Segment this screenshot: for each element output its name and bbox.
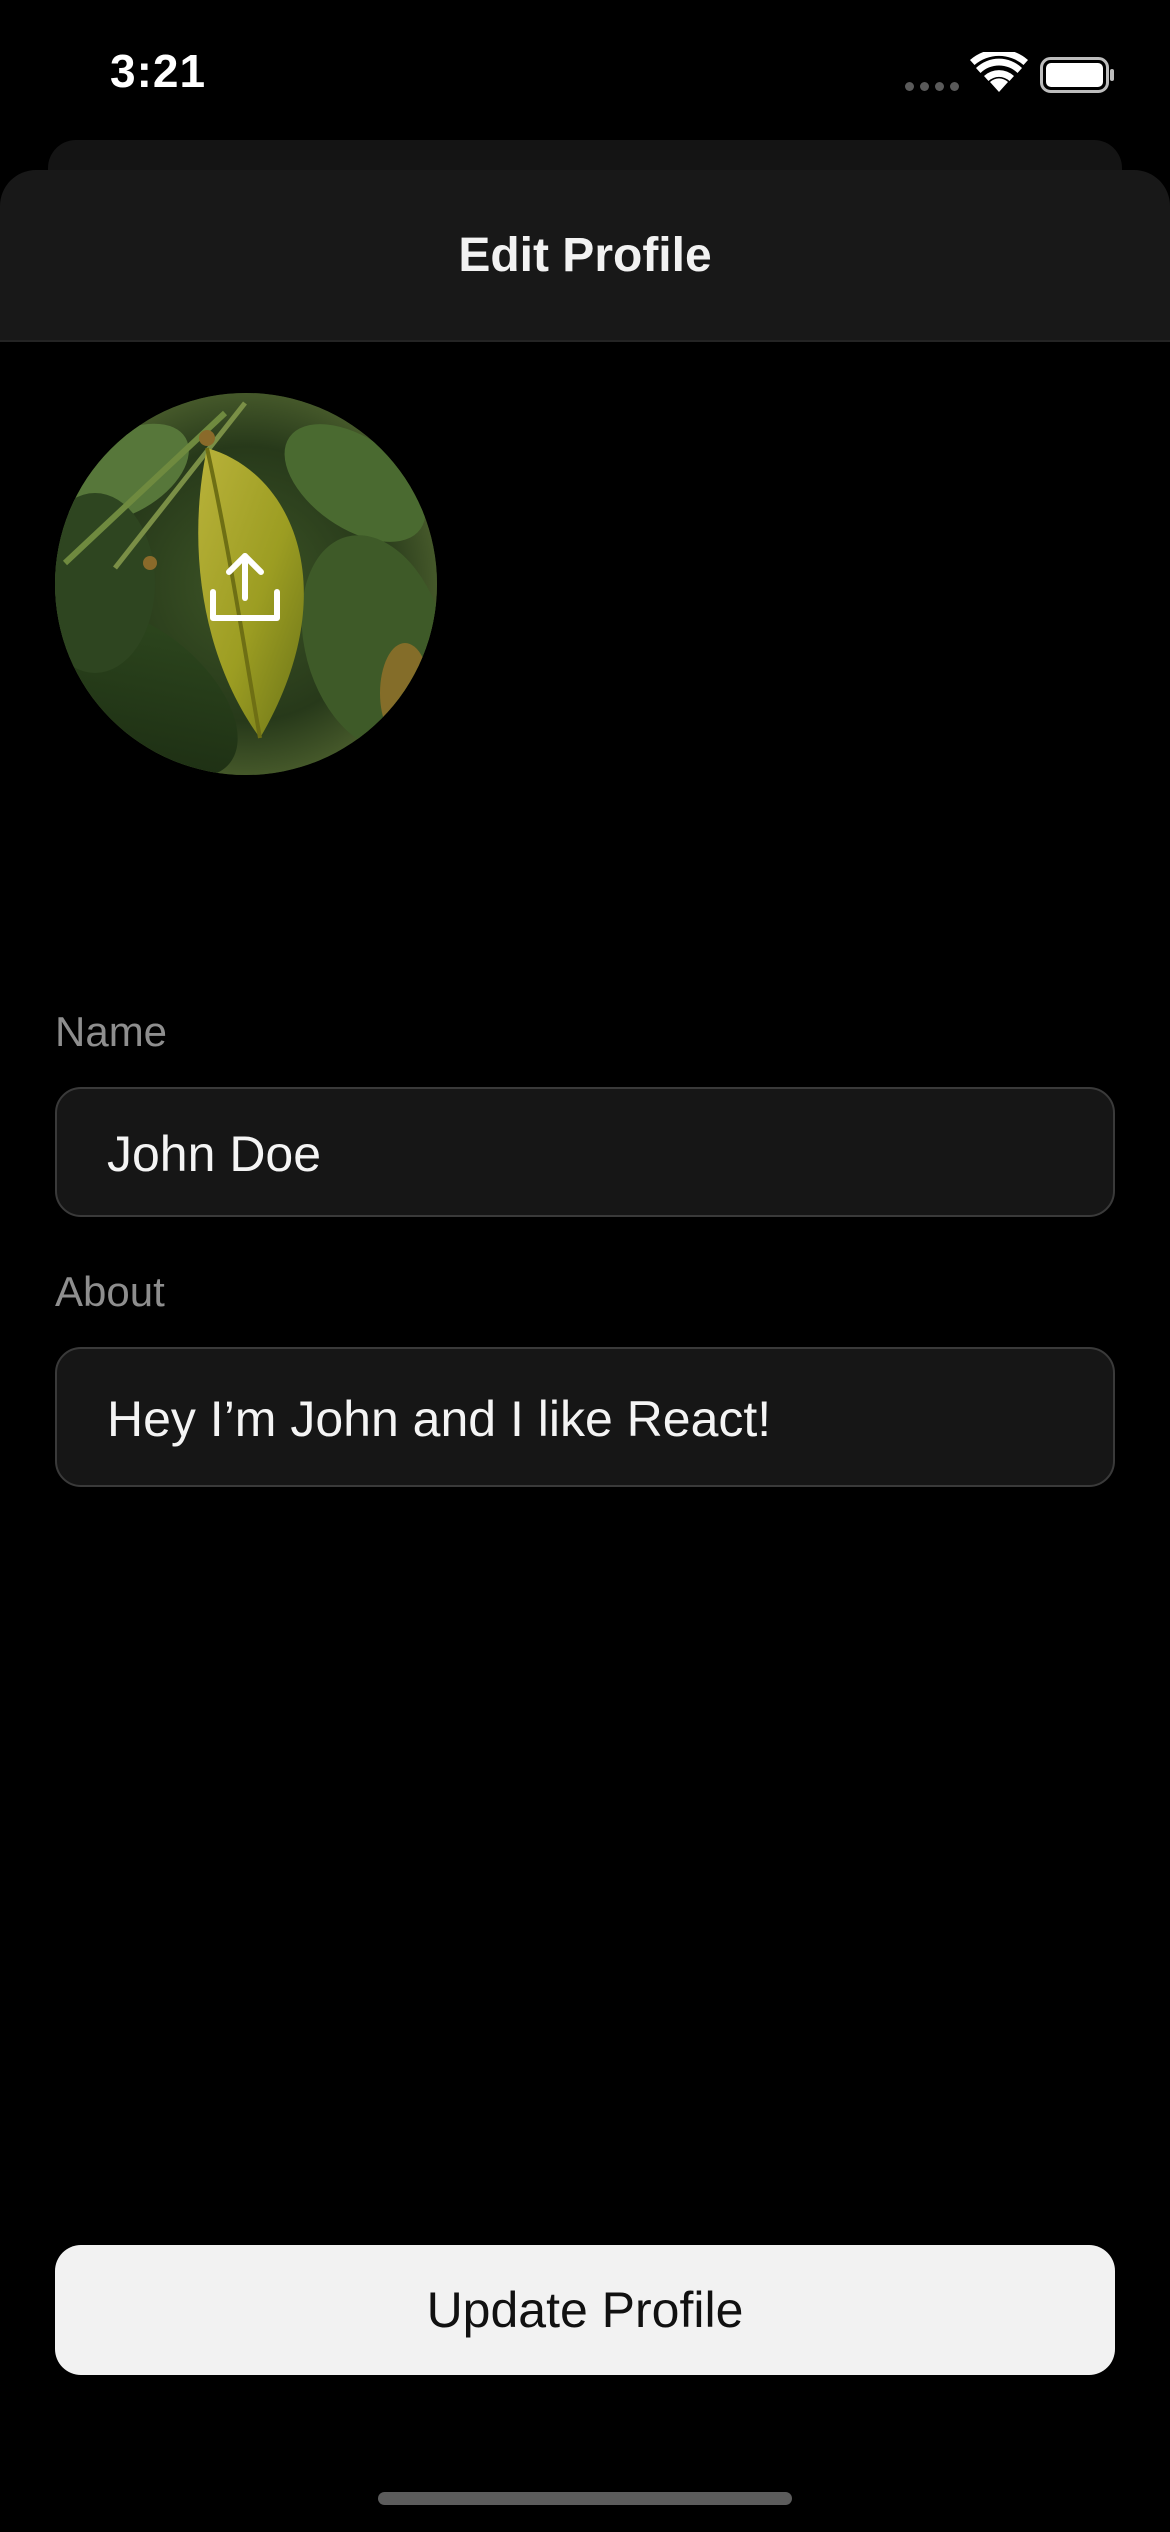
battery-icon: [1040, 57, 1114, 93]
update-profile-label: Update Profile: [426, 2282, 744, 2338]
about-value: Hey I’m John and I like React!: [107, 1391, 772, 1447]
about-label: About: [55, 1268, 165, 1315]
name-field[interactable]: John Doe: [55, 1087, 1115, 1217]
wifi-icon: [970, 52, 1028, 92]
status-time: 3:21: [110, 45, 207, 97]
page-title: Edit Profile: [458, 229, 712, 282]
sheet-header: Edit Profile: [0, 170, 1170, 342]
about-field[interactable]: Hey I’m John and I like React!: [55, 1347, 1115, 1487]
update-profile-button[interactable]: Update Profile: [55, 2245, 1115, 2375]
name-label: Name: [55, 1008, 168, 1055]
upload-icon[interactable]: [205, 548, 285, 628]
name-value: John Doe: [107, 1126, 322, 1182]
home-indicator: [378, 2492, 792, 2505]
signal-dots-icon: [905, 82, 959, 91]
